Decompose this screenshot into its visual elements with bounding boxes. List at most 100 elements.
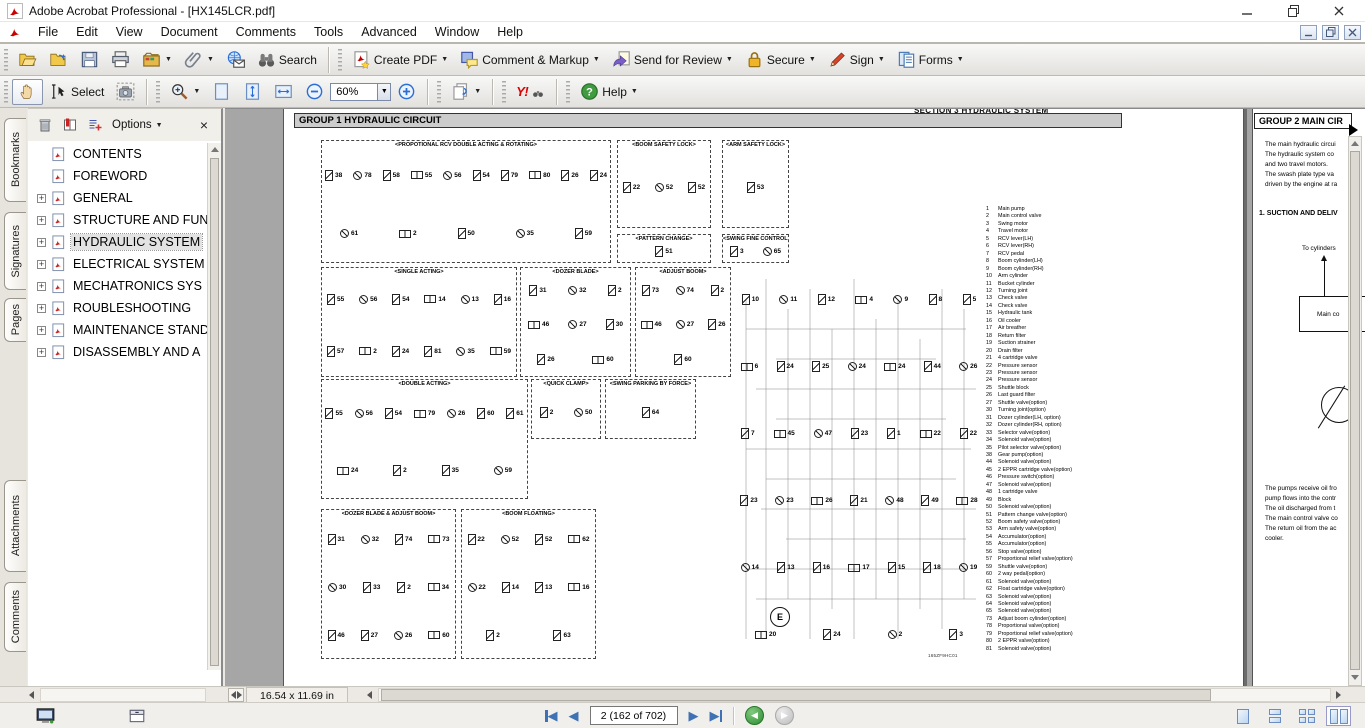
open-button[interactable] — [12, 47, 43, 73]
previous-page-button[interactable]: ◀ — [569, 708, 579, 724]
zoom-level-dropdown[interactable]: ▼ — [378, 83, 391, 101]
menu-item[interactable]: File — [29, 23, 67, 41]
search-button[interactable]: Search — [251, 47, 323, 73]
sidebar-tab[interactable]: Comments — [4, 582, 26, 652]
secure-button[interactable]: Secure▼ — [739, 47, 822, 73]
close-icon[interactable] — [1331, 4, 1347, 18]
toolbar-grip[interactable] — [502, 81, 506, 103]
organizer-button[interactable]: ▼ — [136, 47, 178, 73]
save-button[interactable] — [74, 47, 105, 73]
bookmarks-scroll-left-icon[interactable] — [24, 688, 39, 702]
bookmark-item[interactable]: MAINTENANCE STAND — [28, 319, 207, 341]
open-web-button[interactable] — [43, 47, 74, 73]
scrollbar-thumb[interactable] — [1350, 151, 1360, 670]
bookmark-item[interactable]: ELECTRICAL SYSTEM — [28, 253, 207, 275]
bookmark-item[interactable]: DISASSEMBLY AND A — [28, 341, 207, 363]
fit-page-button[interactable] — [206, 79, 237, 105]
sidebar-tab[interactable]: Bookmarks — [4, 118, 26, 202]
fit-height-button[interactable] — [237, 79, 268, 105]
delete-bookmark-icon[interactable] — [37, 117, 53, 133]
doc-scroll-left-icon[interactable] — [362, 688, 377, 702]
bookmark-item[interactable]: STRUCTURE AND FUN — [28, 209, 207, 231]
bookmarks-scrollbar[interactable] — [207, 143, 221, 670]
toolbar-grip[interactable] — [566, 81, 570, 103]
expand-plus-icon[interactable] — [37, 348, 46, 357]
toolbar-grip[interactable] — [156, 81, 160, 103]
pane-splitter-button[interactable] — [228, 688, 244, 702]
toolbar-grip[interactable] — [338, 49, 342, 71]
continuous-facing-layout-icon[interactable] — [1326, 706, 1351, 726]
toolbar-grip[interactable] — [4, 81, 8, 103]
restore-icon[interactable] — [1285, 4, 1301, 18]
sidebar-tab[interactable]: Attachments — [4, 480, 26, 572]
expand-plus-icon[interactable] — [37, 304, 46, 313]
continuous-layout-icon[interactable] — [1262, 706, 1287, 726]
bookmark-item[interactable]: ROUBLESHOOTING — [28, 297, 207, 319]
previous-view-button[interactable]: ◀ — [745, 706, 764, 725]
scroll-up-icon[interactable] — [1351, 141, 1359, 146]
next-page-button[interactable]: ▶ — [689, 708, 699, 724]
toolbar-grip[interactable] — [437, 81, 441, 103]
expand-plus-icon[interactable] — [37, 260, 46, 269]
sidebar-tab[interactable]: Signatures — [4, 212, 26, 290]
fit-width-button[interactable] — [268, 79, 299, 105]
select-tool-button[interactable]: Select — [43, 79, 110, 105]
scrollbar-thumb[interactable] — [210, 158, 219, 666]
menu-item[interactable]: Tools — [305, 23, 352, 41]
doc-restore-icon[interactable] — [1322, 25, 1339, 40]
sign-button[interactable]: Sign▼ — [822, 47, 891, 73]
bookmark-item[interactable]: HYDRAULIC SYSTEM — [28, 231, 207, 253]
attach-button[interactable]: ▼ — [178, 47, 220, 73]
expand-current-bookmark-icon[interactable] — [62, 117, 78, 133]
bookmark-item[interactable]: FOREWORD — [28, 165, 207, 187]
print-button[interactable] — [105, 47, 136, 73]
facing-layout-icon[interactable] — [1294, 706, 1319, 726]
fullscreen-view-icon[interactable] — [36, 707, 55, 725]
first-page-button[interactable]: ◀ — [545, 708, 558, 724]
menu-item[interactable]: Document — [152, 23, 227, 41]
menu-item[interactable]: Advanced — [352, 23, 426, 41]
zoom-out-button[interactable] — [299, 79, 330, 105]
expand-plus-icon[interactable] — [37, 282, 46, 291]
menu-item[interactable]: Help — [488, 23, 532, 41]
comment-markup-button[interactable]: Comment & Markup▼ — [454, 47, 606, 73]
panel-close-icon[interactable]: × — [200, 117, 208, 133]
expand-plus-icon[interactable] — [37, 194, 46, 203]
scrollbar-thumb[interactable] — [381, 689, 1211, 701]
new-bookmark-icon[interactable] — [87, 117, 103, 133]
page-display-button[interactable]: ▼ — [445, 79, 487, 105]
bookmarks-horizontal-scrollbar[interactable] — [40, 688, 206, 702]
snapshot-button[interactable] — [110, 79, 141, 105]
doc-close-icon[interactable] — [1344, 25, 1361, 40]
single-page-layout-icon[interactable] — [1230, 706, 1255, 726]
forms-button[interactable]: Forms▼ — [891, 47, 970, 73]
email-button[interactable] — [220, 47, 251, 73]
bookmark-item[interactable]: MECHATRONICS SYS — [28, 275, 207, 297]
expand-plus-icon[interactable] — [37, 238, 46, 247]
create-pdf-button[interactable]: Create PDF▼ — [346, 47, 454, 73]
document-vertical-scrollbar[interactable] — [1348, 136, 1362, 686]
page-number-input[interactable]: 2 (162 of 702) — [590, 706, 678, 725]
expand-plus-icon[interactable] — [37, 216, 46, 225]
doc-minimize-icon[interactable] — [1300, 25, 1317, 40]
zoom-level-input[interactable]: 60% — [330, 83, 378, 101]
bookmark-item[interactable]: CONTENTS — [28, 143, 207, 165]
expand-pane-arrow-icon[interactable] — [1349, 124, 1358, 136]
menu-item[interactable]: Edit — [67, 23, 107, 41]
hand-tool-button[interactable] — [12, 79, 43, 105]
yahoo-search-button[interactable]: Y! — [510, 79, 551, 105]
menu-item[interactable]: View — [107, 23, 152, 41]
next-view-button[interactable]: ▶ — [775, 706, 794, 725]
expand-plus-icon[interactable] — [37, 326, 46, 335]
sidebar-tab[interactable]: Pages — [4, 298, 26, 342]
minimize-icon[interactable] — [1239, 4, 1255, 18]
zoom-tool-button[interactable]: ▼ — [164, 79, 206, 105]
options-menu-button[interactable]: Options▼ — [112, 119, 163, 131]
drawer-toggle-icon[interactable] — [128, 707, 146, 725]
last-page-button[interactable]: ▶ — [710, 708, 723, 724]
toolbar-grip[interactable] — [4, 49, 8, 71]
document-horizontal-scrollbar[interactable] — [378, 688, 1331, 702]
bookmark-item[interactable]: GENERAL — [28, 187, 207, 209]
zoom-in-button[interactable] — [391, 79, 422, 105]
menu-item[interactable]: Window — [426, 23, 488, 41]
